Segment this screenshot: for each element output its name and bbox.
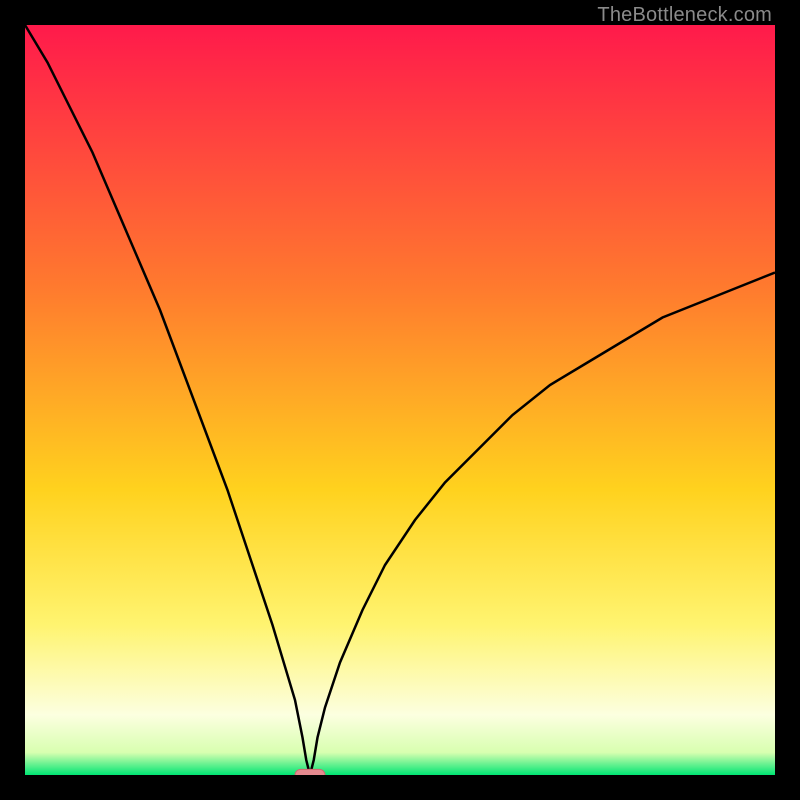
chart-svg (25, 25, 775, 775)
gradient-background (25, 25, 775, 775)
watermark-text: TheBottleneck.com (597, 4, 772, 27)
minimum-marker (295, 769, 325, 775)
chart-frame (25, 25, 775, 775)
